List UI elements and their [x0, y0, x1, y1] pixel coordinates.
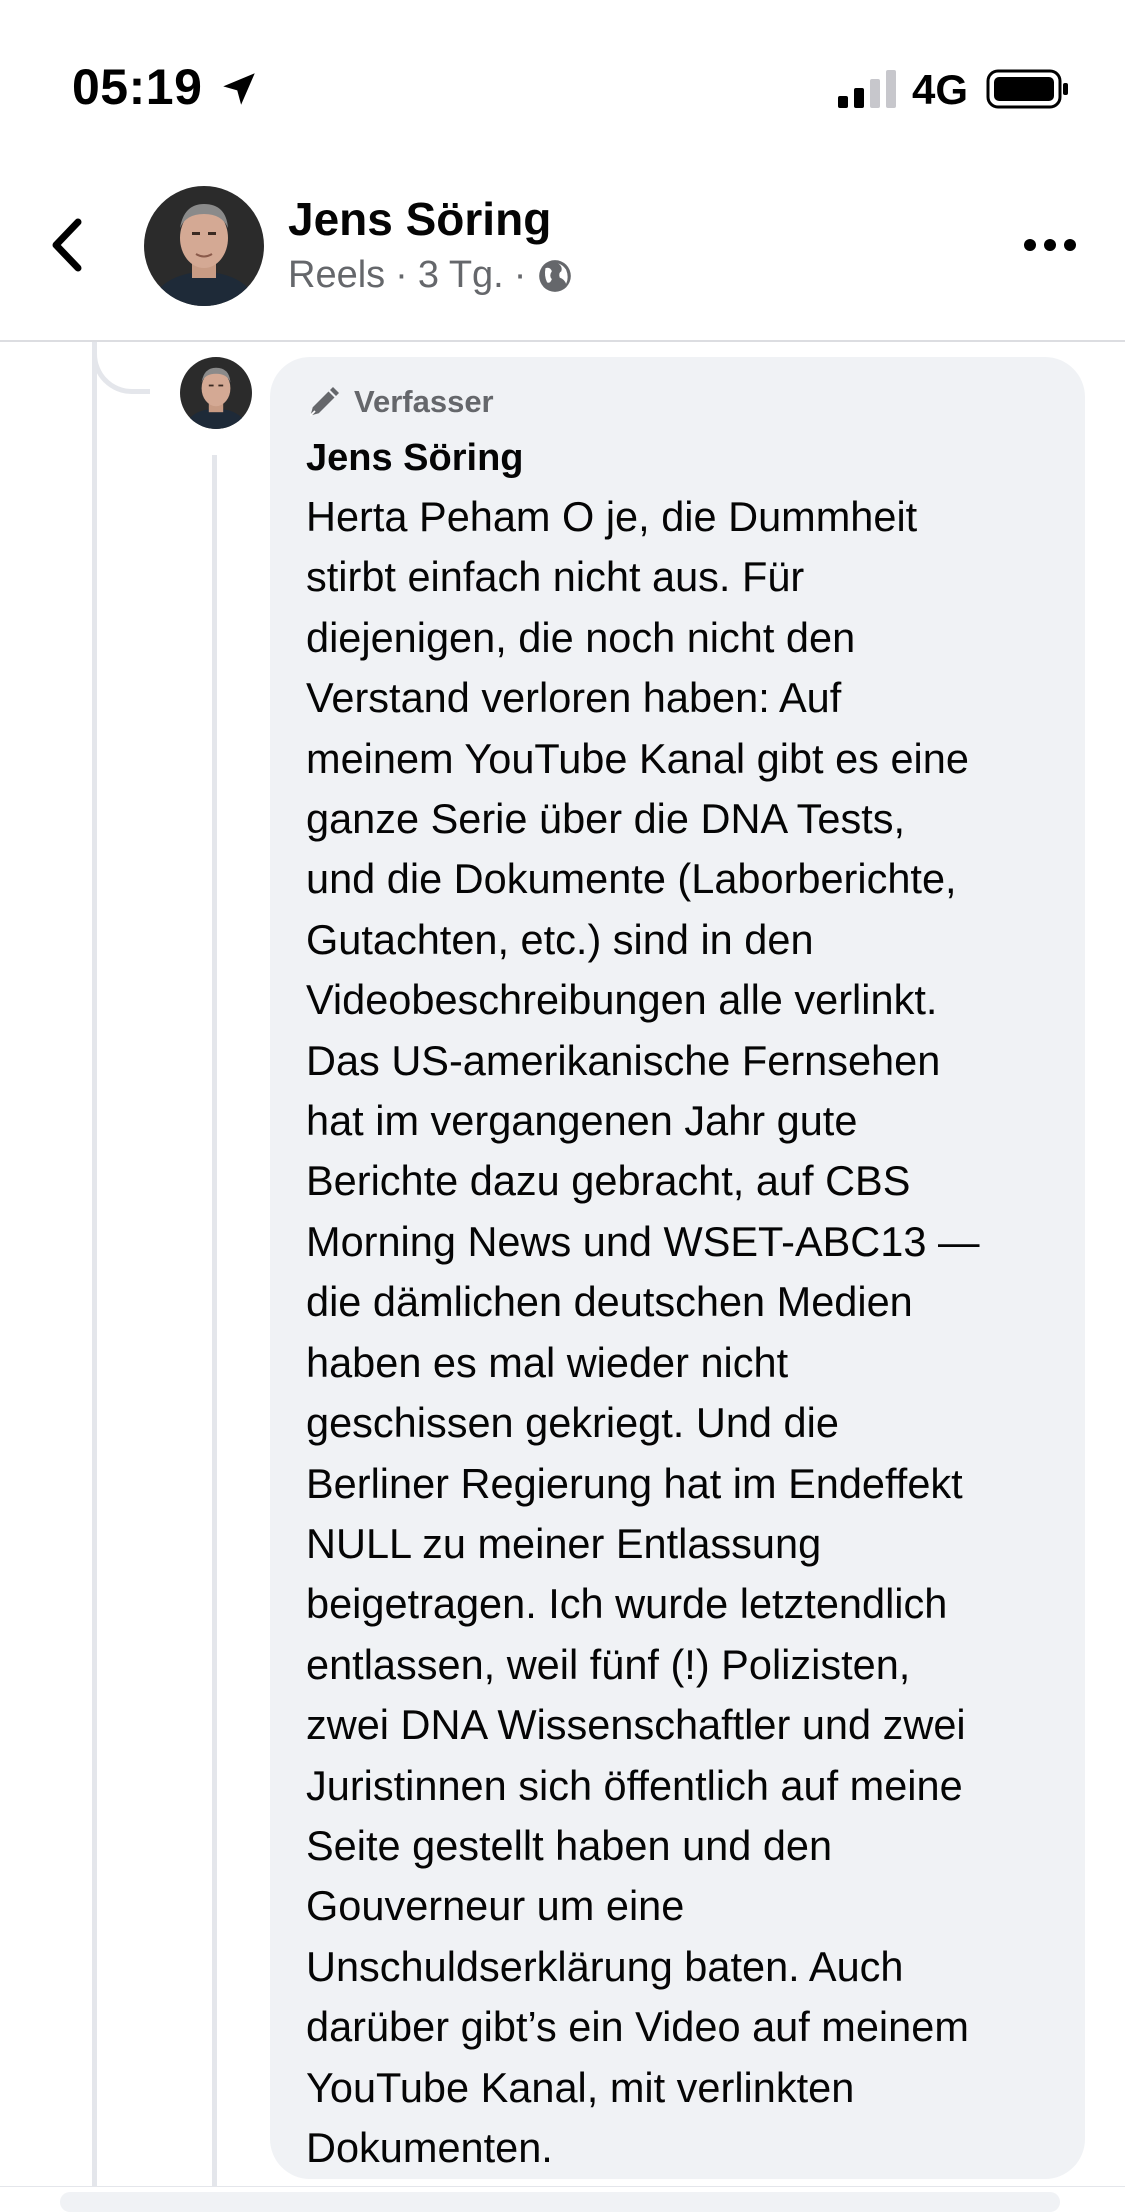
- comment-text-line: zwei DNA Wissenschaftler und zwei: [306, 1701, 966, 1749]
- comment-text-line: diejenigen, die noch nicht den: [306, 613, 856, 661]
- status-time: 05:19: [72, 59, 203, 115]
- author-badge-label: Verfasser: [354, 384, 494, 419]
- comment-text-line: Das US-amerikanische Fernsehen: [306, 1036, 941, 1084]
- comment-text-line: Berliner Regierung hat im Endeffekt: [306, 1459, 963, 1507]
- comment-text-line: beigetragen. Ich wurde letztendlich: [306, 1580, 948, 1628]
- comment-input-edge[interactable]: [60, 2192, 1060, 2212]
- comment-avatar[interactable]: [180, 357, 252, 429]
- comment-text-line: stirbt einfach nicht aus. Für: [306, 553, 805, 601]
- post-time[interactable]: 3 Tg.: [418, 254, 504, 297]
- comment-text: Herta Peham O je, die Dummheit stirbt ein…: [306, 487, 1049, 2178]
- comment-text-line: NULL zu meiner Entlassung: [306, 1519, 822, 1567]
- comment-text-line: die dämlichen deutschen Medien: [306, 1278, 913, 1326]
- thread-line: [212, 455, 217, 2202]
- comment-text-line: Gutachten, etc.) sind in den: [306, 915, 814, 963]
- comment-text-line: YouTube Kanal, mit verlinkten: [306, 2063, 855, 2111]
- comment-text-line: haben es mal wieder nicht: [306, 1338, 789, 1386]
- post-source: Reels: [288, 254, 386, 296]
- comment-text-line: und die Dokumente (Laborberichte,: [306, 855, 957, 903]
- thread-connector: [92, 342, 150, 394]
- comment-text-line: Berichte dazu gebracht, auf CBS: [306, 1157, 911, 1205]
- location-arrow-icon: [223, 73, 255, 105]
- back-chevron-icon[interactable]: [40, 210, 100, 280]
- avatar-image: [144, 186, 264, 306]
- comment-text-line: meinem YouTube Kanal gibt es eine: [306, 734, 969, 782]
- comment-text-line: ganze Serie über die DNA Tests,: [306, 795, 906, 843]
- comment-text-line: Herta Peham O je, die Dummheit: [306, 493, 918, 540]
- author-badge: Verfasser: [306, 379, 1049, 425]
- status-bar: 05:19 4G: [0, 0, 1125, 160]
- battery-icon: [986, 69, 1068, 109]
- profile-name[interactable]: Jens Söring: [288, 192, 551, 246]
- comment-text-line: Videobeschreibungen alle verlinkt.: [306, 976, 938, 1024]
- pen-icon: [309, 387, 339, 417]
- post-meta: Reels · 3 Tg. ·: [288, 254, 574, 297]
- network-label: 4G: [912, 66, 969, 113]
- comment-text-line: Morning News und WSET-ABC13 —: [306, 1217, 980, 1265]
- comment-text-line: entlassen, weil fünf (!) Polizisten,: [306, 1640, 911, 1688]
- comment-text-line: Dokumenten.: [306, 2123, 553, 2171]
- comment-text-line: Seite gestellt haben und den: [306, 1821, 833, 1869]
- meta-separator: ·: [395, 254, 408, 296]
- comment-text-line: Gouverneur um eine: [306, 1882, 685, 1930]
- comment-text-line: Juristinnen sich öffentlich auf meine: [306, 1761, 963, 1809]
- comment-text-line: geschissen gekriegt. Und die: [306, 1399, 839, 1447]
- profile-avatar[interactable]: [144, 186, 264, 306]
- thread-line: [92, 342, 97, 2202]
- post-header: Jens Söring Reels · 3 Tg. ·: [0, 160, 1125, 340]
- comment-bubble[interactable]: Verfasser Jens Söring Herta Peham O je, …: [270, 357, 1085, 2179]
- globe-icon: [539, 259, 572, 292]
- comment-text-line: Verstand verloren haben: Auf: [306, 674, 842, 722]
- meta-separator: ·: [513, 254, 527, 296]
- comment-text-line: hat im vergangenen Jahr gute: [306, 1097, 858, 1145]
- signal-bars-icon: [838, 70, 896, 108]
- avatar-image: [180, 357, 252, 429]
- header-divider: [0, 340, 1125, 342]
- more-dots-icon[interactable]: [1020, 220, 1080, 270]
- comment-text-line: Unschuldserklärung baten. Auch: [306, 1942, 904, 1990]
- comment-author[interactable]: Jens Söring: [306, 435, 1049, 481]
- comment-text-line: darüber gibt’s ein Video auf meinem: [306, 2003, 969, 2051]
